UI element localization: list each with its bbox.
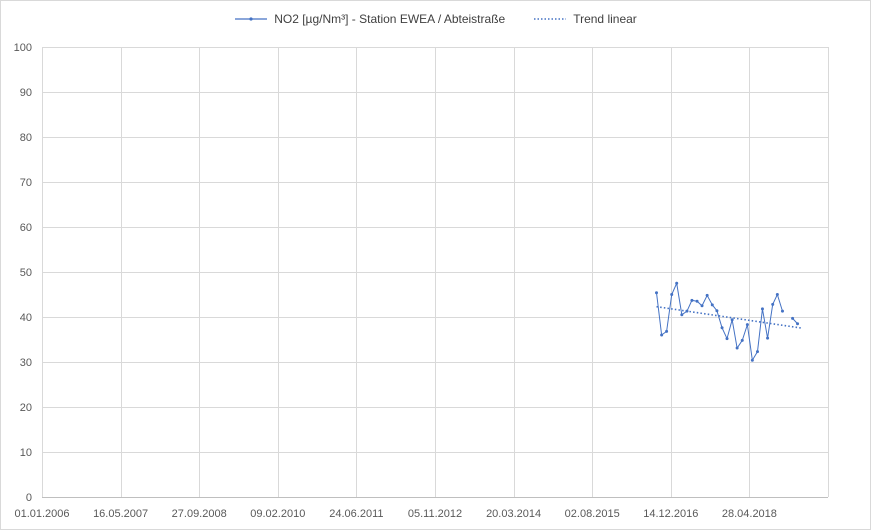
data-point-no2 <box>654 291 658 295</box>
data-point-no2 <box>750 358 754 362</box>
data-point-no2 <box>690 298 694 302</box>
x-tick-label: 02.08.2015 <box>565 508 620 520</box>
data-point-no2 <box>730 318 734 322</box>
data-point-no2 <box>715 309 719 313</box>
data-point-no2 <box>791 316 795 320</box>
data-point-no2 <box>670 293 674 296</box>
x-tick-label: 09.02.2010 <box>250 508 305 520</box>
data-point-no2 <box>665 329 669 333</box>
x-tick-label: 05.11.2012 <box>408 508 462 520</box>
data-point-no2 <box>796 322 800 326</box>
x-tick-label: 01.01.2006 <box>14 508 69 520</box>
data-point-no2 <box>675 281 679 285</box>
data-point-no2 <box>740 338 744 342</box>
data-point-no2 <box>780 309 784 313</box>
y-tick-label: 10 <box>20 447 32 459</box>
data-point-no2 <box>695 299 699 303</box>
x-tick-label: 27.09.2008 <box>172 508 227 520</box>
x-tick-label: 24.06.2011 <box>329 508 383 520</box>
data-point-no2 <box>700 304 704 308</box>
data-point-no2 <box>660 333 664 337</box>
y-tick-label: 90 <box>20 87 32 99</box>
data-point-no2 <box>705 293 709 297</box>
data-point-no2 <box>680 313 684 317</box>
y-tick-label: 0 <box>26 492 32 504</box>
data-point-no2 <box>760 307 764 311</box>
data-point-no2 <box>775 293 779 296</box>
x-tick-label: 28.04.2018 <box>722 508 777 520</box>
data-point-no2 <box>771 302 775 306</box>
data-point-no2 <box>720 326 724 330</box>
y-tick-label: 20 <box>20 402 32 414</box>
y-tick-label: 30 <box>20 357 32 369</box>
x-tick-label: 20.03.2014 <box>486 508 541 520</box>
y-tick-label: 70 <box>20 177 32 189</box>
data-point-no2 <box>745 323 749 327</box>
data-point-no2 <box>755 350 759 354</box>
data-point-no2 <box>735 346 739 350</box>
line-chart: 0 10 20 30 40 50 60 70 80 90 100 01.01.2006 16.05.20… <box>14 42 829 520</box>
data-point-no2 <box>710 303 714 307</box>
y-tick-label: 60 <box>20 222 32 234</box>
y-tick-label: 50 <box>20 267 32 279</box>
y-tick-label: 80 <box>20 132 32 144</box>
y-tick-label: 100 <box>14 42 32 54</box>
data-point-no2 <box>725 337 729 341</box>
y-tick-label: 40 <box>20 312 32 324</box>
x-tick-label: 16.05.2007 <box>93 508 148 520</box>
x-tick-label: 14.12.2016 <box>643 508 698 520</box>
data-point-no2 <box>766 336 770 340</box>
